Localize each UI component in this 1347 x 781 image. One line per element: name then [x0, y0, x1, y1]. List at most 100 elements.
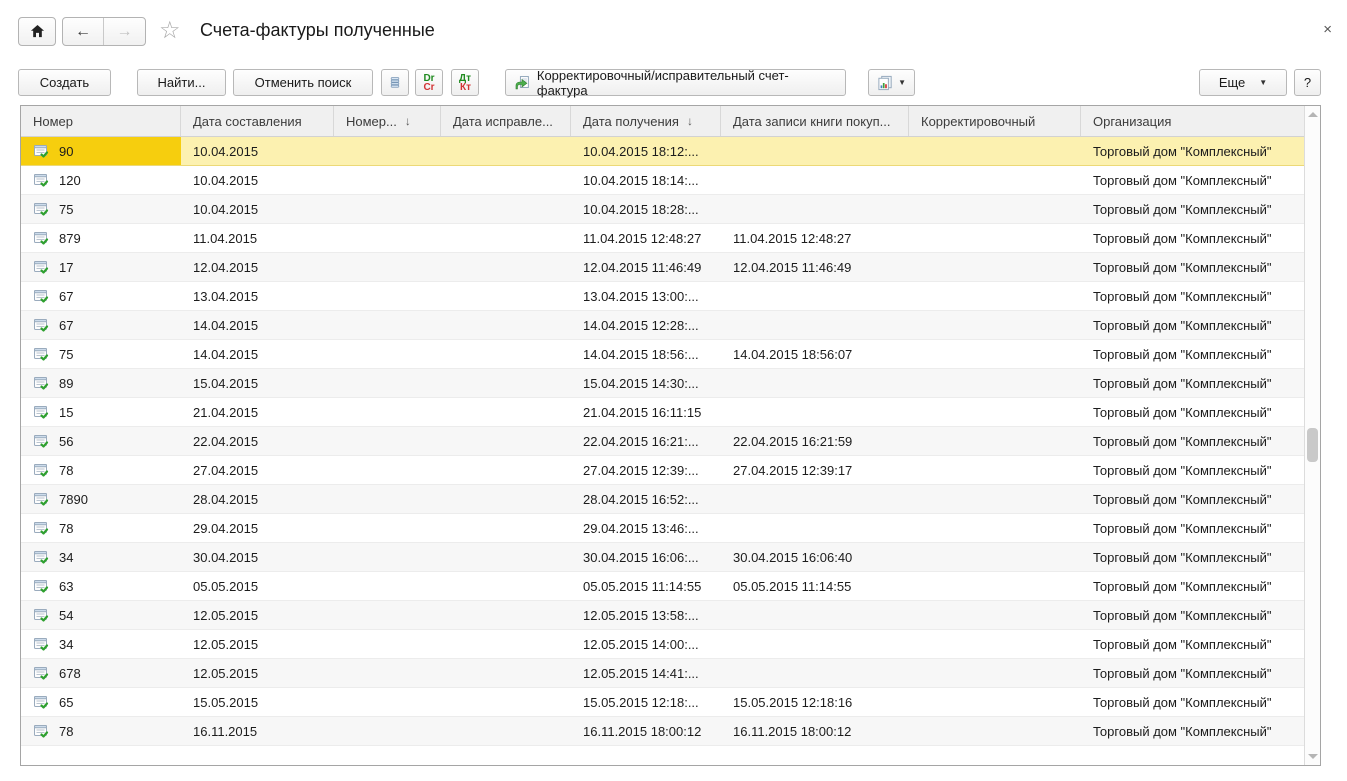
- cell-corrective[interactable]: [909, 717, 1081, 745]
- cell-date-fix[interactable]: [441, 224, 571, 252]
- table-row[interactable]: 15 21.04.2015 21.04.2015 16:11:15 Торгов…: [21, 398, 1304, 427]
- cell-number[interactable]: 7890: [21, 485, 181, 513]
- cell-number[interactable]: 34: [21, 630, 181, 658]
- favorite-star-icon[interactable]: ☆: [159, 16, 181, 46]
- cell-book-entry-date[interactable]: [721, 137, 909, 165]
- cell-number-corr[interactable]: [334, 630, 441, 658]
- cell-date-fix[interactable]: [441, 456, 571, 484]
- cell-organization[interactable]: Торговый дом "Комплексный": [1081, 514, 1304, 542]
- cell-date-fix[interactable]: [441, 572, 571, 600]
- cell-date-fix[interactable]: [441, 311, 571, 339]
- cell-number-corr[interactable]: [334, 688, 441, 716]
- cell-date-received[interactable]: 30.04.2015 16:06:...: [571, 543, 721, 571]
- scroll-up-icon[interactable]: [1308, 112, 1318, 117]
- cell-date-received[interactable]: 10.04.2015 18:12:...: [571, 137, 721, 165]
- cell-number[interactable]: 54: [21, 601, 181, 629]
- cell-date-composed[interactable]: 10.04.2015: [181, 166, 334, 194]
- cell-date-received[interactable]: 12.05.2015 14:00:...: [571, 630, 721, 658]
- cell-number[interactable]: 56: [21, 427, 181, 455]
- cell-date-received[interactable]: 10.04.2015 18:28:...: [571, 195, 721, 223]
- cell-corrective[interactable]: [909, 485, 1081, 513]
- cell-corrective[interactable]: [909, 688, 1081, 716]
- cell-organization[interactable]: Торговый дом "Комплексный": [1081, 340, 1304, 368]
- cell-organization[interactable]: Торговый дом "Комплексный": [1081, 572, 1304, 600]
- cell-corrective[interactable]: [909, 311, 1081, 339]
- cell-date-received[interactable]: 12.05.2015 14:41:...: [571, 659, 721, 687]
- cell-date-composed[interactable]: 14.04.2015: [181, 340, 334, 368]
- cell-number[interactable]: 678: [21, 659, 181, 687]
- table-row[interactable]: 34 30.04.2015 30.04.2015 16:06:... 30.04…: [21, 543, 1304, 572]
- cell-date-received[interactable]: 14.04.2015 18:56:...: [571, 340, 721, 368]
- cell-date-received[interactable]: 22.04.2015 16:21:...: [571, 427, 721, 455]
- cell-corrective[interactable]: [909, 630, 1081, 658]
- cell-date-fix[interactable]: [441, 398, 571, 426]
- table-row[interactable]: 879 11.04.2015 11.04.2015 12:48:27 11.04…: [21, 224, 1304, 253]
- cell-number[interactable]: 78: [21, 514, 181, 542]
- cell-organization[interactable]: Торговый дом "Комплексный": [1081, 630, 1304, 658]
- create-button[interactable]: Создать: [18, 69, 111, 96]
- cell-organization[interactable]: Торговый дом "Комплексный": [1081, 456, 1304, 484]
- cell-number[interactable]: 90: [21, 137, 181, 165]
- cell-corrective[interactable]: [909, 659, 1081, 687]
- cell-book-entry-date[interactable]: [721, 311, 909, 339]
- cell-date-composed[interactable]: 12.05.2015: [181, 601, 334, 629]
- cell-number-corr[interactable]: [334, 514, 441, 542]
- cell-date-fix[interactable]: [441, 282, 571, 310]
- cell-date-fix[interactable]: [441, 630, 571, 658]
- find-button[interactable]: Найти...: [137, 69, 226, 96]
- cell-book-entry-date[interactable]: 14.04.2015 18:56:07: [721, 340, 909, 368]
- cell-organization[interactable]: Торговый дом "Комплексный": [1081, 369, 1304, 397]
- cell-date-received[interactable]: 13.04.2015 13:00:...: [571, 282, 721, 310]
- cell-number[interactable]: 15: [21, 398, 181, 426]
- cell-date-composed[interactable]: 15.05.2015: [181, 688, 334, 716]
- back-button[interactable]: ←: [63, 18, 104, 45]
- scrollbar-thumb[interactable]: [1307, 428, 1318, 462]
- cell-organization[interactable]: Торговый дом "Комплексный": [1081, 282, 1304, 310]
- cell-organization[interactable]: Торговый дом "Комплексный": [1081, 659, 1304, 687]
- cell-organization[interactable]: Торговый дом "Комплексный": [1081, 166, 1304, 194]
- cell-book-entry-date[interactable]: [721, 630, 909, 658]
- close-icon[interactable]: ×: [1323, 22, 1332, 37]
- cell-number-corr[interactable]: [334, 253, 441, 281]
- cell-book-entry-date[interactable]: 15.05.2015 12:18:16: [721, 688, 909, 716]
- cell-number-corr[interactable]: [334, 340, 441, 368]
- home-button[interactable]: [18, 17, 56, 46]
- cell-book-entry-date[interactable]: [721, 369, 909, 397]
- cell-corrective[interactable]: [909, 282, 1081, 310]
- cell-number-corr[interactable]: [334, 572, 441, 600]
- cell-number-corr[interactable]: [334, 717, 441, 745]
- cell-number-corr[interactable]: [334, 311, 441, 339]
- cell-organization[interactable]: Торговый дом "Комплексный": [1081, 427, 1304, 455]
- cell-number-corr[interactable]: [334, 369, 441, 397]
- cell-number[interactable]: 67: [21, 282, 181, 310]
- cell-number-corr[interactable]: [334, 659, 441, 687]
- cell-number-corr[interactable]: [334, 282, 441, 310]
- register-list-button[interactable]: [381, 69, 409, 96]
- cell-date-composed[interactable]: 22.04.2015: [181, 427, 334, 455]
- cell-organization[interactable]: Торговый дом "Комплексный": [1081, 253, 1304, 281]
- cell-corrective[interactable]: [909, 166, 1081, 194]
- cell-number-corr[interactable]: [334, 195, 441, 223]
- corrective-invoice-button[interactable]: Корректировочный/исправительный счет-фак…: [505, 69, 846, 96]
- cell-number-corr[interactable]: [334, 456, 441, 484]
- cell-date-received[interactable]: 29.04.2015 13:46:...: [571, 514, 721, 542]
- cell-organization[interactable]: Торговый дом "Комплексный": [1081, 601, 1304, 629]
- cell-organization[interactable]: Торговый дом "Комплексный": [1081, 137, 1304, 165]
- table-row[interactable]: 678 12.05.2015 12.05.2015 14:41:... Торг…: [21, 659, 1304, 688]
- cell-book-entry-date[interactable]: 11.04.2015 12:48:27: [721, 224, 909, 252]
- table-row[interactable]: 78 27.04.2015 27.04.2015 12:39:... 27.04…: [21, 456, 1304, 485]
- column-header-number[interactable]: Номер: [21, 106, 181, 136]
- cell-number-corr[interactable]: [334, 166, 441, 194]
- column-header-date-fix[interactable]: Дата исправле...: [441, 106, 571, 136]
- cell-book-entry-date[interactable]: 22.04.2015 16:21:59: [721, 427, 909, 455]
- cell-date-received[interactable]: 15.05.2015 12:18:...: [571, 688, 721, 716]
- forward-button[interactable]: →: [104, 18, 145, 45]
- cell-number[interactable]: 75: [21, 195, 181, 223]
- cell-number[interactable]: 75: [21, 340, 181, 368]
- cell-book-entry-date[interactable]: [721, 485, 909, 513]
- cell-date-composed[interactable]: 10.04.2015: [181, 195, 334, 223]
- table-row[interactable]: 120 10.04.2015 10.04.2015 18:14:... Торг…: [21, 166, 1304, 195]
- cell-number[interactable]: 120: [21, 166, 181, 194]
- cell-book-entry-date[interactable]: [721, 398, 909, 426]
- cell-date-composed[interactable]: 11.04.2015: [181, 224, 334, 252]
